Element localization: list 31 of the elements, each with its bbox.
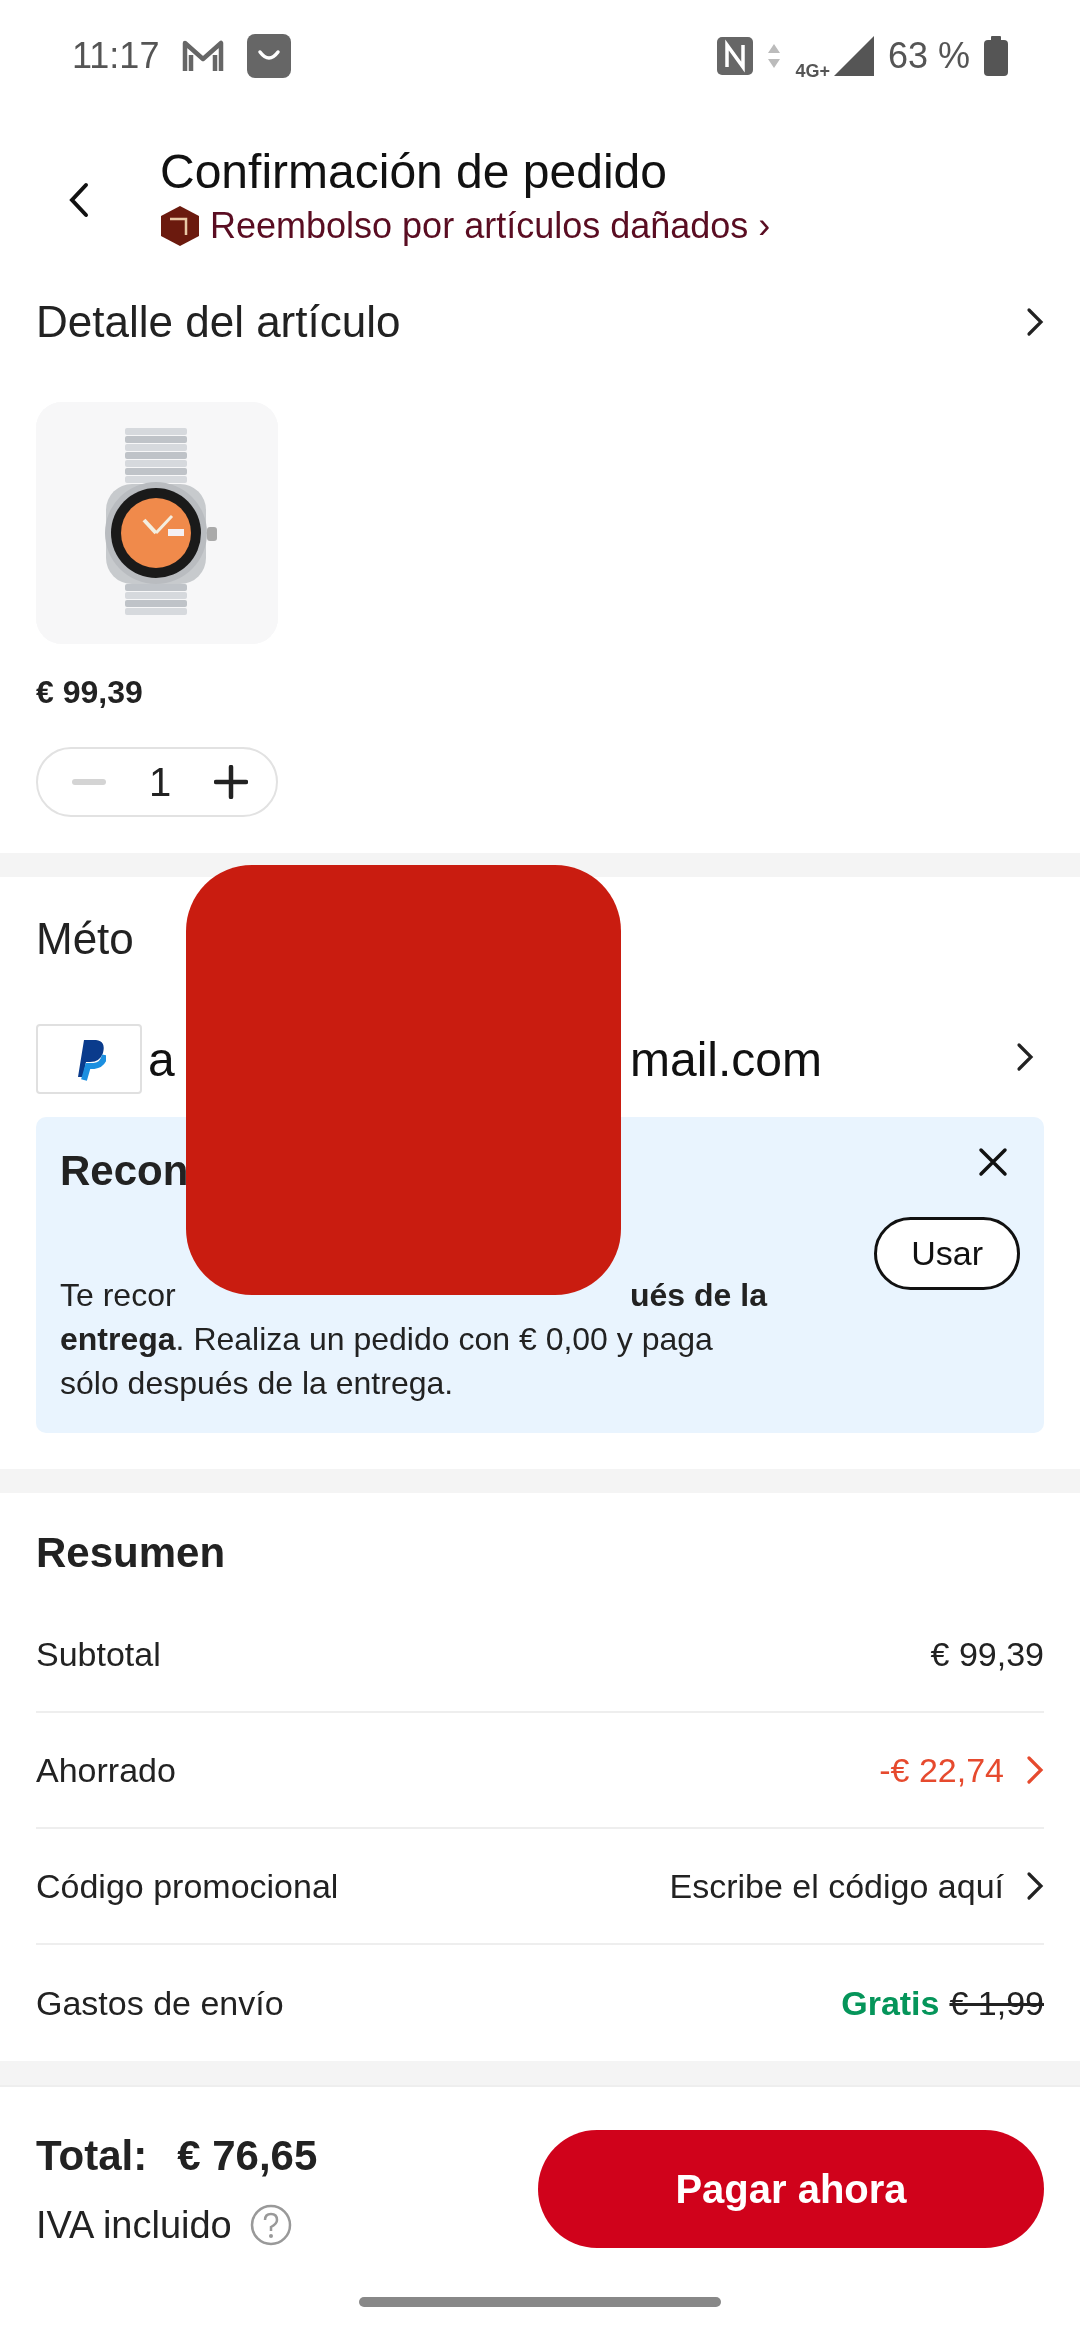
account-email: mail.com [630, 1031, 823, 1087]
total-label: Total: [36, 2131, 148, 2180]
network-type: 4G+ [795, 60, 830, 82]
promo-code-link[interactable]: Escribe el código aquí [669, 1866, 1004, 1906]
page-title: Confirmación de pedido [160, 144, 668, 199]
section-title: Resumen [36, 1528, 227, 1578]
pay-now-button[interactable]: Pagar ahora [538, 2130, 1044, 2248]
battery-percent: 63 % [887, 35, 970, 77]
card-text: entrega. Realiza un pedido con € 0,00 y paga sólo después de la entrega. [60, 1320, 714, 1403]
refund-link[interactable]: Reembolso por artículos dañados › [210, 205, 771, 247]
total-amount: € 76,65 [177, 2131, 318, 2180]
card-title: Recon [60, 1147, 190, 1196]
card-text: ués de la [630, 1276, 767, 1315]
item-price: € 99,39 [36, 674, 144, 711]
quantity-value: 1 [148, 759, 172, 805]
account-email: a [148, 1031, 176, 1087]
section-title: Méto [36, 914, 134, 964]
use-button[interactable]: Usar [874, 1217, 1020, 1290]
summary-value: Gratis [841, 1983, 940, 2023]
summary-label: Ahorrado [36, 1750, 176, 1790]
quantity-stepper[interactable]: 1 [36, 747, 278, 817]
summary-value: -€ 22,74 [879, 1750, 1004, 1790]
summary-label: Código promocional [36, 1866, 339, 1906]
summary-label: Gastos de envío [36, 1983, 284, 2023]
section-title: Detalle del artículo [36, 297, 401, 347]
tax-note: IVA incluido [36, 2203, 232, 2247]
old-price: € 1,99 [949, 1983, 1044, 2023]
summary-label: Subtotal [36, 1634, 161, 1674]
summary-value: € 99,39 [930, 1634, 1044, 1674]
card-text: Te recor [60, 1277, 176, 1313]
status-time: 11:17 [72, 35, 160, 77]
